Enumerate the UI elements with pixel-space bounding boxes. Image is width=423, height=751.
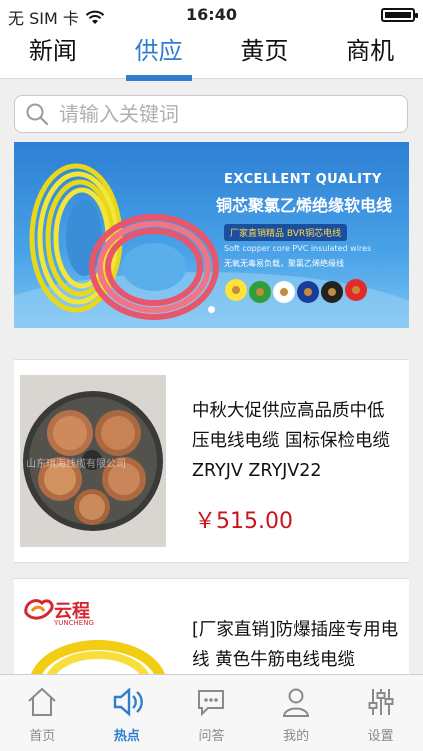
tab-supply[interactable]: 供应 [106,28,212,81]
banner-subtitle-cn: 无氧无毒易负载，聚氯乙烯绝缘线 [224,259,344,268]
product-title: [厂家直销]防爆插座专用电线 黄色牛筋电线电缆 [192,620,399,670]
product-card[interactable]: 云程 YUNCHENG [厂家直销]防爆插座专用电线 黄色牛筋电线电缆 [14,578,409,701]
banner-title-cn: 铜芯聚氯乙烯绝缘软电线 [216,196,393,215]
search-input[interactable] [57,101,407,127]
nav-settings[interactable]: 设置 [338,675,423,751]
nav-mine-label: 我的 [283,729,310,744]
product-card[interactable]: 山东琪海线缆有限公司 中秋大促供应高品质中低压电线电缆 国标保检电缆 ZRYJV… [14,359,409,563]
speaker-icon [113,687,143,717]
tab-business[interactable]: 商机 [317,28,423,78]
bottom-nav-bar: 首页 热点 问答 我的 设置 [0,674,423,751]
banner-title-en: EXCELLENT QUALITY [224,172,382,187]
person-icon [282,688,310,717]
nav-hot-label: 热点 [113,729,140,744]
nav-hot[interactable]: 热点 [85,675,170,751]
tab-yellow-pages[interactable]: 黄页 [212,28,318,78]
status-bar: 无 SIM 卡 16:40 [0,0,423,28]
search-bar[interactable] [14,95,408,133]
nav-mine[interactable]: 我的 [254,675,339,751]
banner-subtitle-en: Soft copper core PVC insulated wires [224,244,372,253]
product-title: 中秋大促供应高品质中低压电线电缆 国标保检电缆 ZRYJV ZRYJV22 [192,401,391,481]
tab-news[interactable]: 新闻 [0,28,106,78]
status-time: 16:40 [186,5,237,24]
nav-home[interactable]: 首页 [0,675,85,751]
top-tab-bar: 新闻 供应 黄页 商机 [0,28,423,81]
promo-banner[interactable]: EXCELLENT QUALITY 铜芯聚氯乙烯绝缘软电线 厂家直销精品 BVR… [14,142,409,328]
sliders-icon [368,689,394,715]
home-icon [28,687,56,716]
nav-qa[interactable]: 问答 [169,675,254,751]
banner-tag: 厂家直销精品 BVR铜芯电线 [224,224,348,241]
search-icon [26,103,49,126]
chat-icon [198,690,225,717]
nav-settings-label: 设置 [367,729,394,744]
nav-home-label: 首页 [29,729,56,744]
battery-icon [381,8,418,22]
product-price: ￥515.00 [194,509,293,534]
brand-name-en: YUNCHENG [54,619,94,627]
banner-wire-illustration [14,163,409,328]
image-watermark: 山东琪海线缆有限公司 [26,459,126,470]
carousel-indicator[interactable] [208,306,215,313]
brand-logo-icon [24,599,54,620]
nav-qa-label: 问答 [198,729,225,744]
product-image: 山东琪海线缆有限公司 [20,375,166,547]
